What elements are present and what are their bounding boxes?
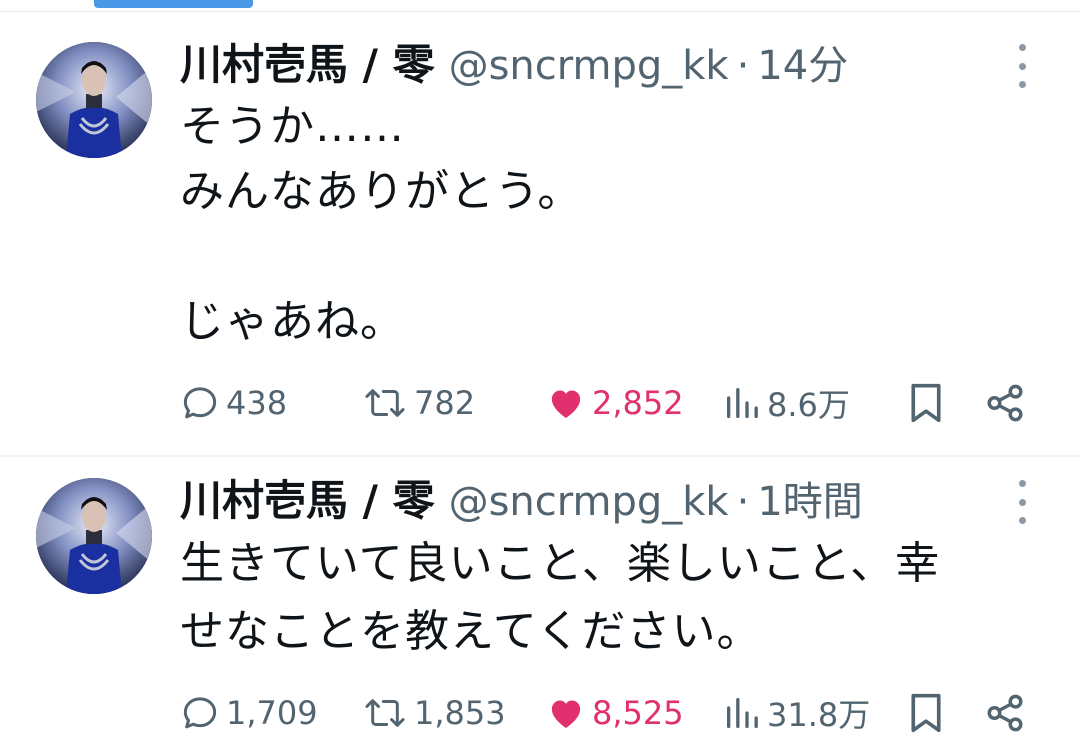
avatar[interactable] (36, 42, 152, 158)
bookmark-button[interactable] (906, 373, 946, 433)
share-icon (987, 384, 1023, 422)
more-options-icon[interactable] (1004, 478, 1040, 526)
reply-count: 438 (226, 384, 288, 422)
tweet-header: 川村壱馬 / 零 @sncrmpg_kk · 1時間 (180, 474, 863, 528)
retweet-button[interactable]: 1,853 (362, 683, 506, 743)
author-name[interactable]: 川村壱馬 / 零 (180, 474, 435, 528)
timestamp[interactable]: 1時間 (757, 475, 862, 529)
bookmark-icon (911, 693, 941, 733)
reply-icon (183, 697, 217, 729)
reply-count: 1,709 (226, 694, 318, 732)
separator-dot: · (736, 43, 750, 89)
tab-indicator (94, 0, 253, 8)
timestamp[interactable]: 14分 (757, 39, 848, 93)
views-count: 8.6万 (767, 386, 850, 424)
like-count: 8,525 (592, 694, 684, 732)
share-button[interactable] (984, 373, 1026, 433)
tweet[interactable]: 川村壱馬 / 零 @sncrmpg_kk · 14分 そうか…… みんなありがと… (0, 38, 1080, 448)
avatar[interactable] (36, 478, 152, 594)
author-handle[interactable]: @sncrmpg_kk (449, 39, 729, 93)
views-button[interactable]: 31.8万 (723, 683, 870, 743)
author-handle[interactable]: @sncrmpg_kk (449, 475, 729, 529)
reply-icon (183, 387, 217, 419)
author-name[interactable]: 川村壱馬 / 零 (180, 38, 435, 92)
retweet-count: 782 (414, 384, 476, 422)
tweet-text: 生きていて良いこと、楽しいこと、幸 せなことを教えてください。 (180, 538, 941, 657)
like-count: 2,852 (592, 384, 684, 422)
reply-button[interactable]: 438 (180, 373, 287, 433)
views-button[interactable]: 8.6万 (723, 373, 850, 433)
reply-button[interactable]: 1,709 (180, 683, 318, 743)
retweet-icon (365, 699, 405, 727)
tweet-actions: 438 782 2,852 8.6万 (180, 373, 1060, 433)
retweet-count: 1,853 (414, 694, 506, 732)
analytics-icon (727, 388, 758, 418)
like-button[interactable]: 8,525 (546, 683, 684, 743)
bookmark-icon (911, 383, 941, 423)
tweet-header: 川村壱馬 / 零 @sncrmpg_kk · 14分 (180, 38, 848, 92)
heart-icon (551, 390, 581, 418)
tweet-divider (0, 455, 1080, 457)
share-button[interactable] (984, 683, 1026, 743)
retweet-icon (365, 389, 405, 417)
bookmark-button[interactable] (906, 683, 946, 743)
heart-icon (551, 700, 581, 728)
share-icon (987, 694, 1023, 732)
retweet-button[interactable]: 782 (362, 373, 475, 433)
views-count: 31.8万 (767, 696, 871, 734)
analytics-icon (727, 698, 758, 728)
tweet[interactable]: 川村壱馬 / 零 @sncrmpg_kk · 1時間 生きていて良いこと、楽しい… (0, 474, 1080, 743)
like-button[interactable]: 2,852 (546, 373, 684, 433)
top-divider (0, 11, 1080, 12)
tweet-text: そうか…… みんなありがとう。 じゃあね。 (180, 101, 583, 347)
more-options-icon[interactable] (1004, 42, 1040, 90)
tweet-actions: 1,709 1,853 8,525 31.8万 (180, 683, 1060, 743)
separator-dot: · (736, 479, 750, 525)
